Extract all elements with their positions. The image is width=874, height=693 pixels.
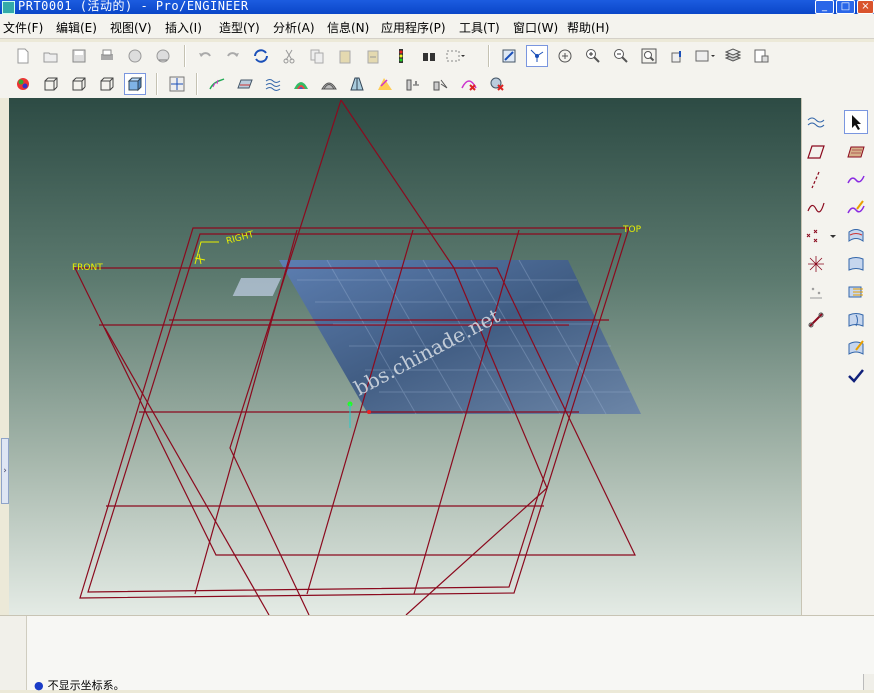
redo-icon[interactable] xyxy=(222,45,244,67)
status-message: ● 不显示坐标系。 xyxy=(34,677,125,693)
delete-analysis-icon[interactable] xyxy=(458,73,480,95)
menu-analysis[interactable]: 分析(A) xyxy=(273,19,315,36)
model-canvas: RIGHT FRONT TOP bbs.chinade.net xyxy=(72,99,642,615)
message-bullet-icon: ● xyxy=(34,679,44,692)
point-icon[interactable] xyxy=(804,224,838,248)
window-title: PRT0001 (活动的) - Pro/ENGINEER xyxy=(18,0,249,13)
surface-curvature-icon[interactable] xyxy=(234,73,256,95)
offset-icon[interactable] xyxy=(402,73,424,95)
style-curve-icon[interactable] xyxy=(844,168,868,192)
select-arrow-icon[interactable] xyxy=(844,110,868,134)
shading-icon[interactable] xyxy=(12,73,34,95)
menu-style[interactable]: 造型(Y) xyxy=(219,19,260,36)
curvature-analysis-icon[interactable] xyxy=(206,73,228,95)
email-icon[interactable] xyxy=(124,45,146,67)
paste-icon[interactable] xyxy=(334,45,356,67)
zoom-out-icon[interactable] xyxy=(610,45,632,67)
view-manager-icon[interactable] xyxy=(750,45,772,67)
model-tree-toggle[interactable]: › xyxy=(1,438,9,504)
repaint-icon[interactable] xyxy=(498,45,520,67)
layers-icon[interactable] xyxy=(722,45,744,67)
right-plane-label: RIGHT xyxy=(225,230,255,247)
surface-edit-icon[interactable] xyxy=(844,308,868,332)
toolbar-display xyxy=(0,70,874,98)
chain-icon[interactable] xyxy=(804,308,828,332)
app-icon xyxy=(2,1,15,14)
menu-edit[interactable]: 编辑(E) xyxy=(56,19,97,36)
paste-special-icon[interactable] xyxy=(362,45,384,67)
hidden-line-icon[interactable] xyxy=(68,73,90,95)
orient-icon[interactable] xyxy=(554,45,576,67)
graphics-window[interactable]: RIGHT FRONT TOP bbs.chinade.net xyxy=(9,98,801,615)
reorient-icon[interactable] xyxy=(666,45,688,67)
menu-window[interactable]: 窗口(W) xyxy=(513,19,558,36)
top-plane-label: TOP xyxy=(622,225,642,235)
menu-info[interactable]: 信息(N) xyxy=(327,19,369,36)
wireframe-icon[interactable] xyxy=(40,73,62,95)
status-message-text: 不显示坐标系。 xyxy=(47,679,125,692)
traffic-light-icon[interactable] xyxy=(390,45,412,67)
menu-tools[interactable]: 工具(T) xyxy=(459,19,500,36)
open-file-icon[interactable] xyxy=(40,45,62,67)
axis-line-icon[interactable] xyxy=(804,168,828,192)
style-toolbar-panel xyxy=(801,98,874,615)
surface-trim-icon[interactable] xyxy=(844,280,868,304)
front-plane-label: FRONT xyxy=(72,263,103,273)
message-area: ● 不显示坐标系。 xyxy=(0,615,874,693)
curvature-icon[interactable] xyxy=(804,110,828,134)
message-area-sash[interactable] xyxy=(0,616,27,690)
boundary-surface-icon[interactable] xyxy=(844,224,868,248)
spin-center-icon[interactable] xyxy=(526,45,548,67)
style-plane-icon[interactable] xyxy=(844,140,868,164)
cut-icon[interactable] xyxy=(278,45,300,67)
deviation-icon[interactable] xyxy=(430,73,452,95)
copy-icon[interactable] xyxy=(306,45,328,67)
refit-icon[interactable] xyxy=(638,45,660,67)
offset-point-icon[interactable] xyxy=(804,280,828,304)
menu-help[interactable]: 帮助(H) xyxy=(567,19,609,36)
datum-plane-icon[interactable] xyxy=(804,140,828,164)
slope-icon[interactable] xyxy=(290,73,312,95)
menu-view[interactable]: 视图(V) xyxy=(110,19,152,36)
menu-file[interactable]: 文件(F) xyxy=(3,19,43,36)
dihedral-icon[interactable] xyxy=(346,73,368,95)
print-icon[interactable] xyxy=(96,45,118,67)
surface-connect-icon[interactable] xyxy=(844,252,868,276)
menu-insert[interactable]: 插入(I) xyxy=(165,19,202,36)
close-button[interactable]: × xyxy=(857,0,874,14)
resize-grip[interactable] xyxy=(863,674,874,690)
curve-edit-icon[interactable] xyxy=(844,196,868,220)
maximize-button[interactable]: □ xyxy=(836,0,855,14)
no-hidden-icon[interactable] xyxy=(96,73,118,95)
toolbar-main xyxy=(0,42,874,70)
draft-icon[interactable] xyxy=(318,73,340,95)
email-link-icon[interactable] xyxy=(152,45,174,67)
reflection-icon[interactable] xyxy=(262,73,284,95)
shaded-icon[interactable] xyxy=(124,73,146,95)
zoom-in-icon[interactable] xyxy=(582,45,604,67)
undo-icon[interactable] xyxy=(194,45,216,67)
find-icon[interactable] xyxy=(418,45,440,67)
dihedral-check-icon[interactable] xyxy=(374,73,396,95)
title-bar: PRT0001 (活动的) - Pro/ENGINEER _ □ × xyxy=(0,0,874,14)
curve-from-surface-icon[interactable] xyxy=(844,336,868,360)
new-file-icon[interactable] xyxy=(12,45,34,67)
select-box-icon[interactable] xyxy=(444,45,466,67)
menu-applications[interactable]: 应用程序(P) xyxy=(381,19,446,36)
done-check-icon[interactable] xyxy=(844,364,868,388)
saved-views-icon[interactable] xyxy=(694,45,716,67)
save-icon[interactable] xyxy=(68,45,90,67)
sketched-curve-icon[interactable] xyxy=(804,196,828,220)
point-set-icon[interactable] xyxy=(804,252,828,276)
minimize-button[interactable]: _ xyxy=(815,0,834,14)
delete-all-analysis-icon[interactable] xyxy=(486,73,508,95)
datum-display-icon[interactable] xyxy=(166,73,188,95)
regenerate-icon[interactable] xyxy=(250,45,272,67)
menu-bar: 文件(F) 编辑(E) 视图(V) 插入(I) 造型(Y) 分析(A) 信息(N… xyxy=(0,14,874,39)
